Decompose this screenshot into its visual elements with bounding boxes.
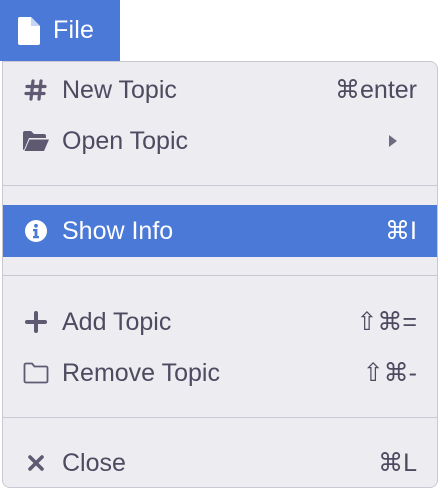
menu-item-label: Remove Topic	[62, 359, 220, 387]
menu-item-label: Open Topic	[62, 127, 189, 155]
menu-item-shortcut: ⌘enter	[335, 76, 417, 104]
file-tab-label: File	[53, 16, 95, 44]
menu-separator	[3, 275, 437, 276]
menu-item-label: Close	[62, 449, 126, 477]
menu-item-label: Add Topic	[62, 308, 172, 336]
menu-item-shortcut: ⇧⌘=	[356, 308, 417, 336]
menu-item-open-topic[interactable]: Open Topic	[3, 115, 437, 167]
folder-open-icon	[21, 126, 51, 156]
file-menu-app: File New Topic ⌘enter Open Topic Show In…	[0, 0, 440, 490]
file-icon	[17, 16, 41, 46]
menu-item-label: New Topic	[62, 76, 177, 104]
info-circle-icon	[21, 216, 51, 246]
hash-icon	[21, 75, 51, 105]
close-x-icon	[21, 448, 51, 478]
menu-separator	[3, 417, 437, 418]
menu-item-add-topic[interactable]: Add Topic ⇧⌘=	[3, 296, 437, 348]
file-menu-tab[interactable]: File	[0, 0, 120, 61]
menu-separator	[3, 185, 437, 186]
submenu-arrow-icon	[389, 135, 397, 147]
menu-item-shortcut: ⌘I	[385, 217, 417, 245]
menu-item-new-topic[interactable]: New Topic ⌘enter	[3, 64, 437, 116]
menu-item-shortcut: ⌘L	[378, 449, 417, 477]
folder-outline-icon	[21, 358, 51, 388]
menu-item-show-info[interactable]: Show Info ⌘I	[3, 205, 437, 257]
plus-icon	[21, 307, 51, 337]
menu-item-shortcut: ⇧⌘-	[362, 359, 417, 387]
menu-item-close[interactable]: Close ⌘L	[3, 437, 437, 487]
file-dropdown-menu: New Topic ⌘enter Open Topic Show Info ⌘I…	[2, 61, 438, 488]
menu-item-remove-topic[interactable]: Remove Topic ⇧⌘-	[3, 347, 437, 399]
menu-item-label: Show Info	[62, 217, 174, 245]
